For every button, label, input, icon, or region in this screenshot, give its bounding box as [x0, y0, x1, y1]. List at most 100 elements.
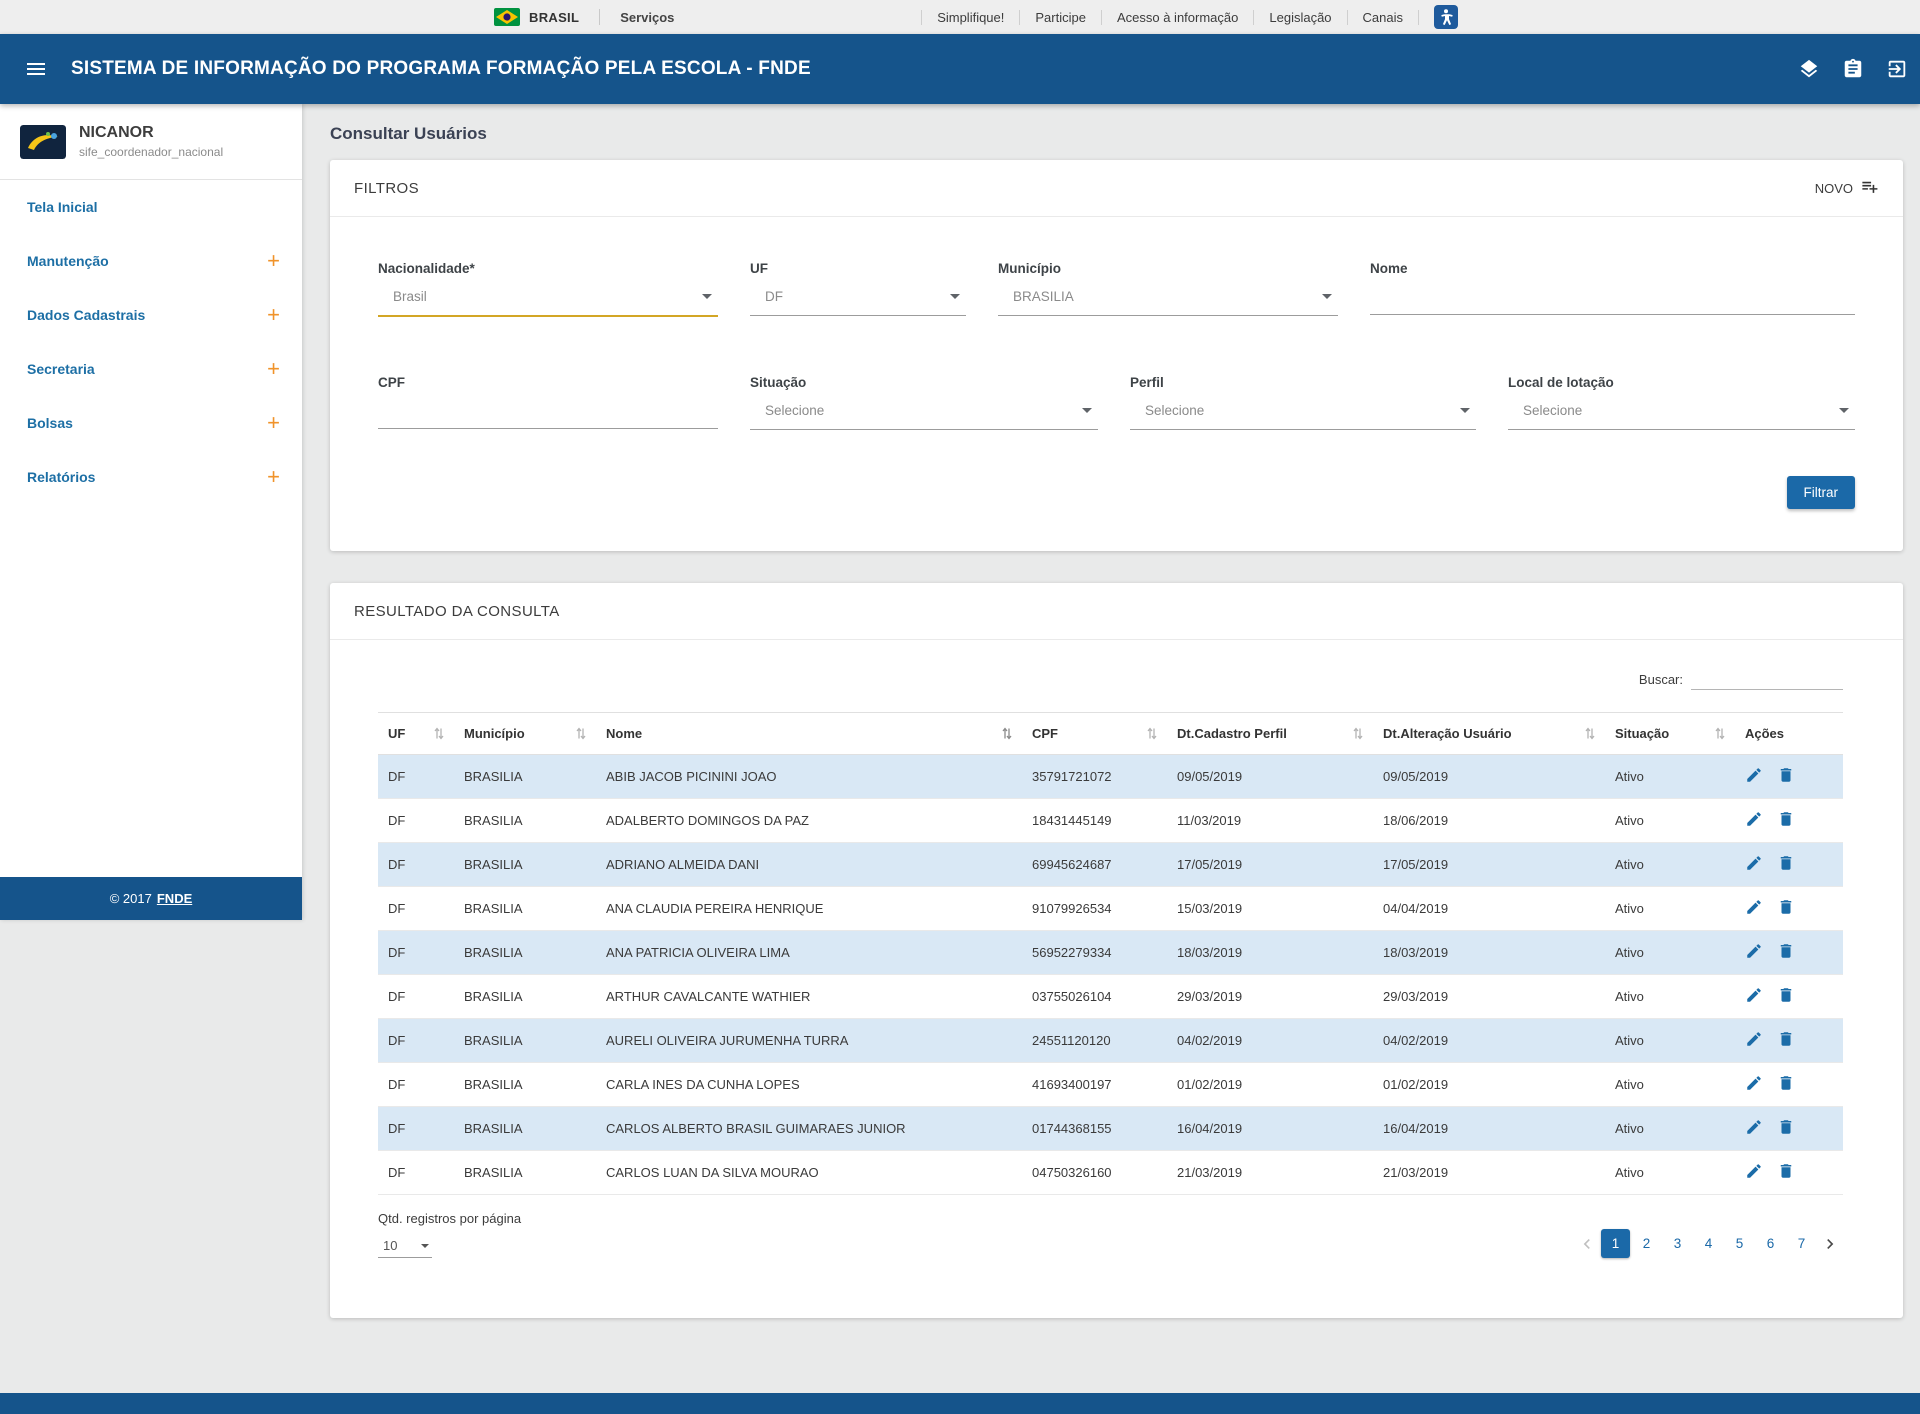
sort-icon[interactable]	[1585, 726, 1595, 741]
delete-icon[interactable]	[1777, 1074, 1795, 1095]
delete-icon[interactable]	[1777, 986, 1795, 1007]
edit-icon[interactable]	[1745, 898, 1763, 919]
sidebar-item-tela-inicial[interactable]: Tela Inicial	[0, 180, 302, 234]
filtrar-button[interactable]: Filtrar	[1787, 476, 1856, 509]
uf-select[interactable]: DF	[750, 285, 966, 316]
filter-nome[interactable]: Nome	[1370, 261, 1855, 317]
col-header-uf[interactable]: UF	[378, 713, 454, 755]
search-input[interactable]	[1691, 670, 1843, 690]
sidebar-item-bolsas[interactable]: Bolsas +	[0, 396, 302, 450]
page-button[interactable]: 4	[1694, 1229, 1723, 1258]
layers-icon[interactable]	[1798, 58, 1820, 80]
filter-perfil[interactable]: Perfil Selecione	[1130, 375, 1476, 430]
sidebar-item-secretaria[interactable]: Secretaria +	[0, 342, 302, 396]
col-header-cpf[interactable]: CPF	[1022, 713, 1167, 755]
logout-icon[interactable]	[1886, 58, 1908, 80]
filter-municipio[interactable]: Município BRASILIA	[998, 261, 1338, 317]
expand-plus-icon[interactable]: +	[267, 412, 280, 434]
delete-icon[interactable]	[1777, 942, 1795, 963]
edit-icon[interactable]	[1745, 1162, 1763, 1183]
edit-icon[interactable]	[1745, 986, 1763, 1007]
gov-brand[interactable]: BRASIL	[529, 10, 579, 25]
sidebar-item-dados-cadastrais[interactable]: Dados Cadastrais +	[0, 288, 302, 342]
sort-icon[interactable]	[1002, 726, 1012, 741]
delete-icon[interactable]	[1777, 810, 1795, 831]
chevron-left-icon[interactable]	[1574, 1230, 1600, 1258]
cell-dt-cadastro: 09/05/2019	[1167, 755, 1373, 799]
gov-link-canais[interactable]: Canais	[1348, 10, 1419, 25]
sort-icon[interactable]	[434, 726, 444, 741]
col-label: Ações	[1745, 726, 1784, 741]
edit-icon[interactable]	[1745, 1074, 1763, 1095]
fnde-link[interactable]: FNDE	[157, 891, 192, 906]
delete-icon[interactable]	[1777, 1118, 1795, 1139]
delete-icon[interactable]	[1777, 1030, 1795, 1051]
filter-situacao[interactable]: Situação Selecione	[750, 375, 1098, 430]
col-header-situacao[interactable]: Situação	[1605, 713, 1735, 755]
col-header-dt-alteracao[interactable]: Dt.Alteração Usuário	[1373, 713, 1605, 755]
expand-plus-icon[interactable]: +	[267, 304, 280, 326]
delete-icon[interactable]	[1777, 898, 1795, 919]
page-button[interactable]: 5	[1725, 1229, 1754, 1258]
delete-icon[interactable]	[1777, 766, 1795, 787]
field-label: Nome	[1370, 261, 1855, 276]
expand-plus-icon[interactable]: +	[267, 358, 280, 380]
gov-link-simplifique[interactable]: Simplifique!	[921, 10, 1020, 25]
page-button[interactable]: 6	[1756, 1229, 1785, 1258]
edit-icon[interactable]	[1745, 810, 1763, 831]
clipboard-icon[interactable]	[1842, 58, 1864, 80]
sort-icon[interactable]	[1147, 726, 1157, 741]
delete-icon[interactable]	[1777, 1162, 1795, 1183]
gov-link-legislacao[interactable]: Legislação	[1254, 10, 1347, 25]
edit-icon[interactable]	[1745, 942, 1763, 963]
playlist-add-icon	[1860, 177, 1879, 199]
sort-icon[interactable]	[576, 726, 586, 741]
cpf-input[interactable]	[378, 399, 718, 429]
situacao-select[interactable]: Selecione	[750, 399, 1098, 430]
filter-cpf[interactable]: CPF	[378, 375, 718, 430]
accessibility-icon[interactable]	[1434, 5, 1458, 29]
sidebar-item-manutencao[interactable]: Manutenção +	[0, 234, 302, 288]
cell-cpf: 91079926534	[1022, 887, 1167, 931]
filter-uf[interactable]: UF DF	[750, 261, 966, 317]
edit-icon[interactable]	[1745, 1118, 1763, 1139]
sidebar-item-relatorios[interactable]: Relatórios +	[0, 450, 302, 504]
novo-button[interactable]: NOVO	[1815, 177, 1879, 199]
per-page-select[interactable]: 10	[378, 1236, 432, 1258]
gov-services-link[interactable]: Serviços	[620, 10, 674, 25]
cell-municipio: BRASILIA	[454, 1107, 596, 1151]
sidebar-item-label: Tela Inicial	[27, 199, 98, 215]
edit-icon[interactable]	[1745, 854, 1763, 875]
col-header-nome[interactable]: Nome	[596, 713, 1022, 755]
cell-dt-alteracao: 09/05/2019	[1373, 755, 1605, 799]
sort-icon[interactable]	[1715, 726, 1725, 741]
nacionalidade-select[interactable]: Brasil	[378, 285, 718, 317]
page-button[interactable]: 3	[1663, 1229, 1692, 1258]
local-lotacao-select[interactable]: Selecione	[1508, 399, 1855, 430]
perfil-select[interactable]: Selecione	[1130, 399, 1476, 430]
delete-icon[interactable]	[1777, 854, 1795, 875]
gov-link-participe[interactable]: Participe	[1020, 10, 1102, 25]
expand-plus-icon[interactable]: +	[267, 250, 280, 272]
field-value: DF	[765, 289, 783, 304]
filter-nacionalidade[interactable]: Nacionalidade* Brasil	[378, 261, 718, 317]
filter-local-lotacao[interactable]: Local de lotação Selecione	[1508, 375, 1855, 430]
cell-uf: DF	[378, 1019, 454, 1063]
cell-uf: DF	[378, 1107, 454, 1151]
page-button[interactable]: 2	[1632, 1229, 1661, 1258]
edit-icon[interactable]	[1745, 766, 1763, 787]
menu-icon[interactable]	[24, 57, 48, 81]
col-header-dt-cadastro[interactable]: Dt.Cadastro Perfil	[1167, 713, 1373, 755]
page-button[interactable]: 1	[1601, 1229, 1630, 1258]
sort-icon[interactable]	[1353, 726, 1363, 741]
municipio-select[interactable]: BRASILIA	[998, 285, 1338, 316]
edit-icon[interactable]	[1745, 1030, 1763, 1051]
expand-plus-icon[interactable]: +	[267, 466, 280, 488]
nome-input[interactable]	[1370, 285, 1855, 315]
gov-link-acesso-informacao[interactable]: Acesso à informação	[1102, 10, 1254, 25]
page-button[interactable]: 7	[1787, 1229, 1816, 1258]
chevron-right-icon[interactable]	[1817, 1230, 1843, 1258]
col-header-municipio[interactable]: Município	[454, 713, 596, 755]
cell-dt-cadastro: 01/02/2019	[1167, 1063, 1373, 1107]
cell-nome: ABIB JACOB PICININI JOAO	[596, 755, 1022, 799]
